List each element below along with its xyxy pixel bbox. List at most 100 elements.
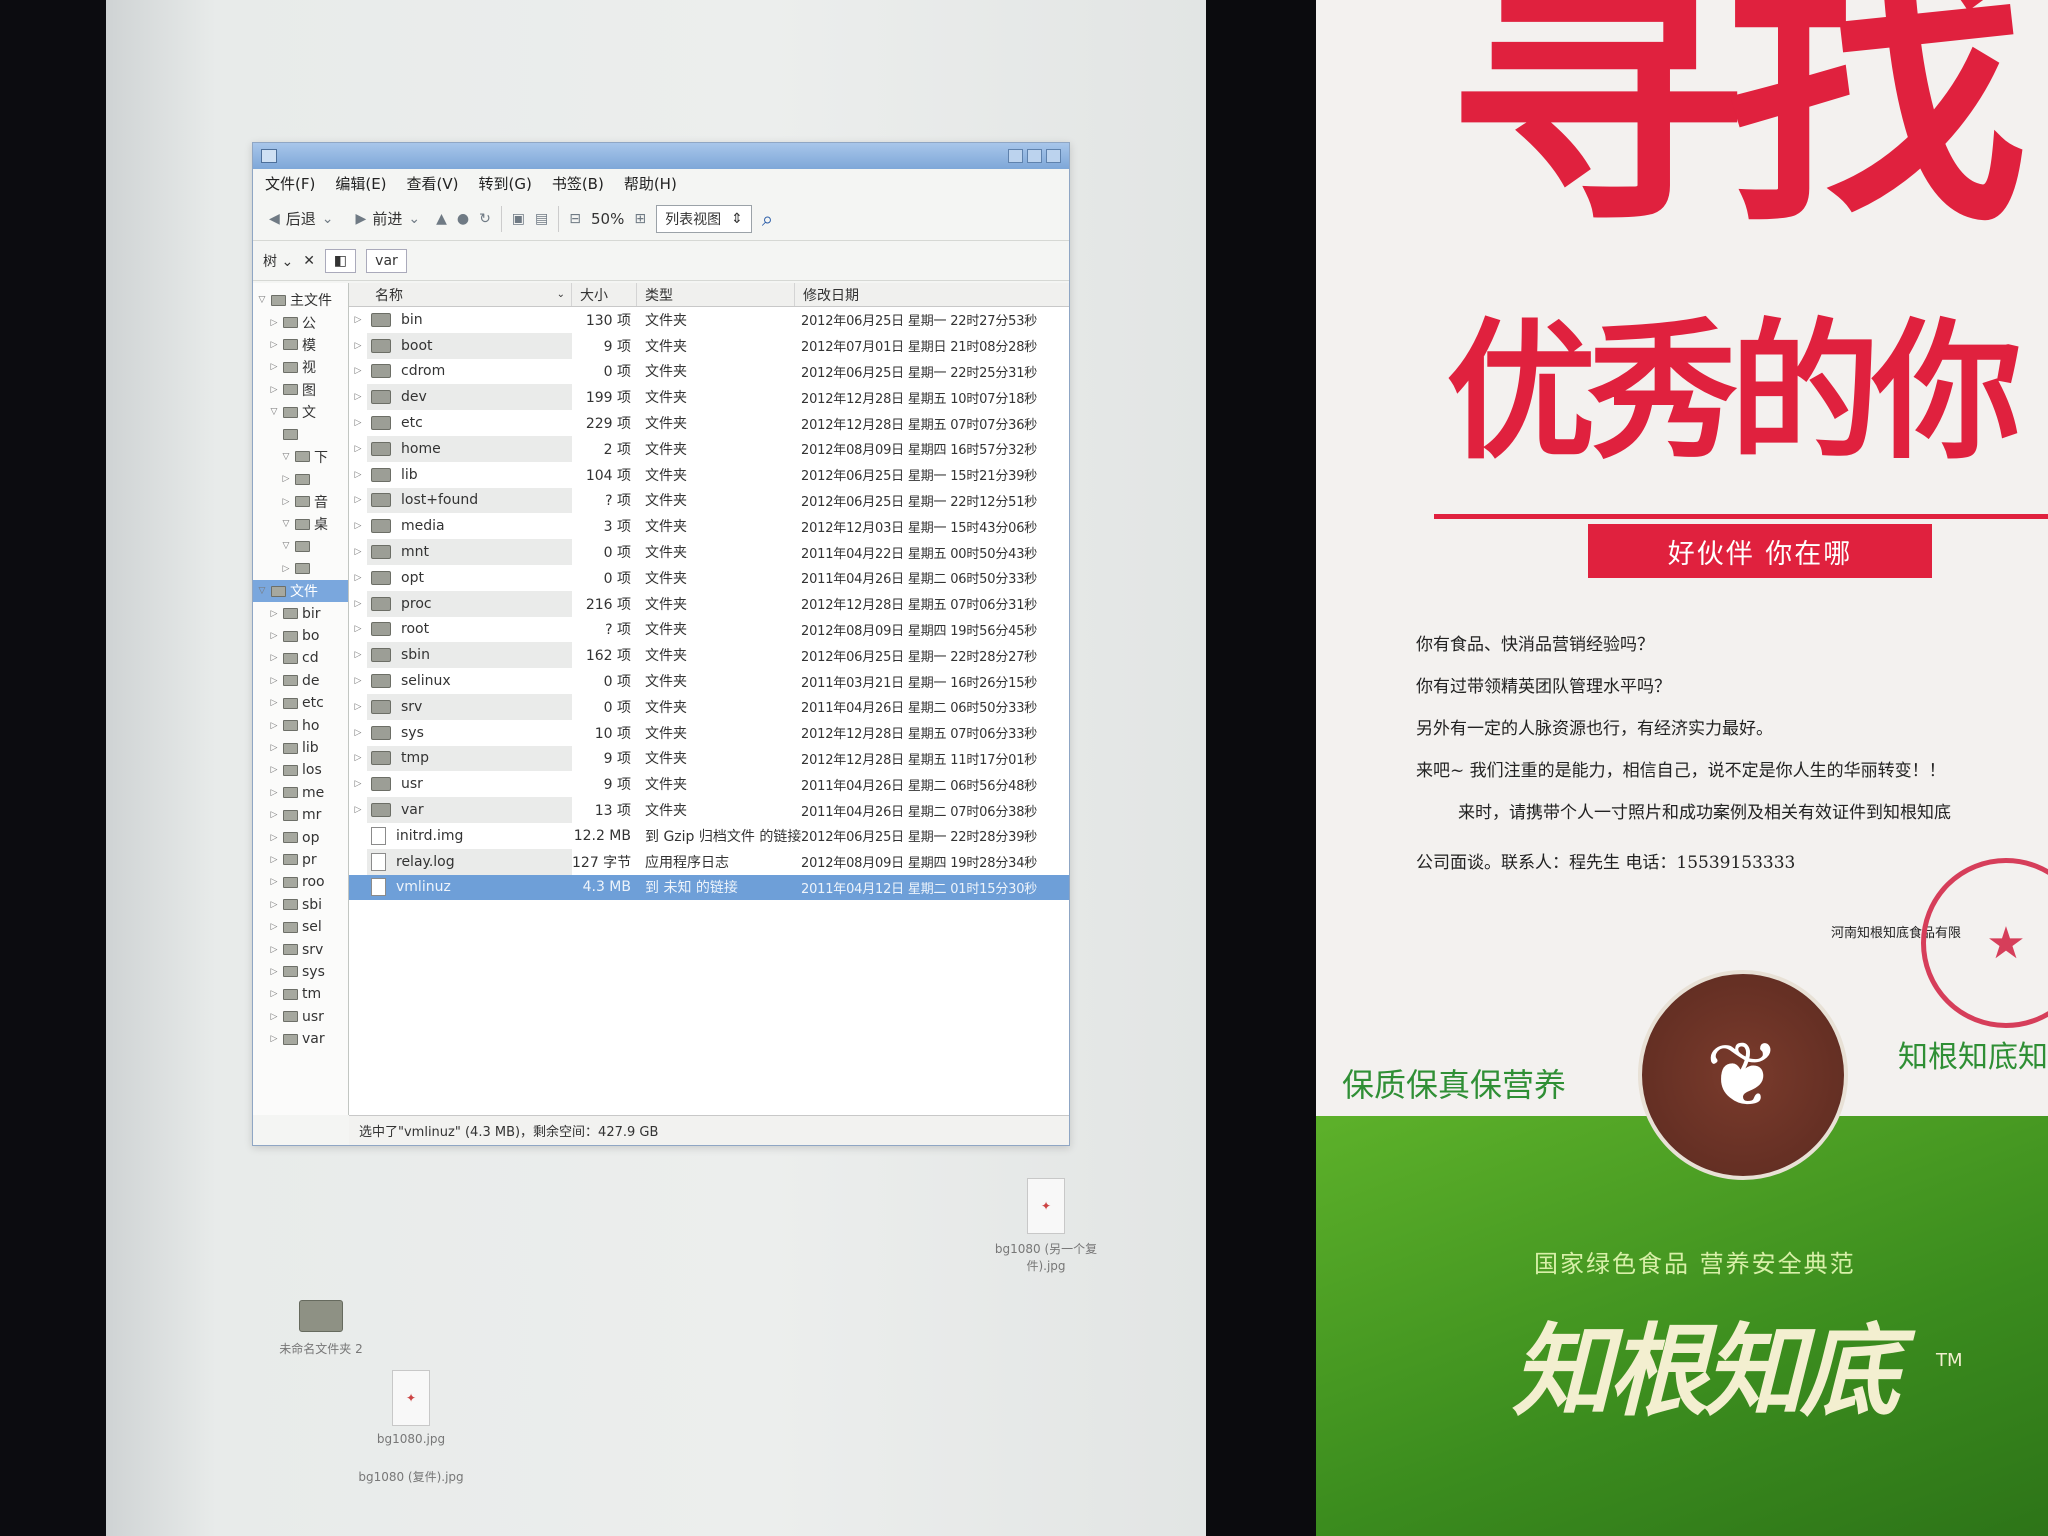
menu-help[interactable]: 帮助(H)	[624, 173, 677, 194]
file-row[interactable]: ▷ opt 0 项文件夹 2011年04月26日 星期二 06时50分33秒	[349, 565, 1069, 591]
desktop-file-bg1080-copy[interactable]: bg1080 (复件).jpg	[346, 1468, 476, 1485]
sidebar-tree-item[interactable]: ▽	[253, 535, 348, 557]
file-row[interactable]: ▷ dev 199 项文件夹 2012年12月28日 星期五 10时07分18秒	[349, 384, 1069, 411]
path-toggle-button[interactable]: ◧	[324, 248, 357, 273]
file-row[interactable]: ▷ tmp 9 项文件夹 2012年12月28日 星期五 11时17分01秒	[349, 745, 1069, 772]
expander-icon[interactable]: ▷	[269, 1034, 279, 1044]
menu-view[interactable]: 查看(V)	[407, 173, 459, 194]
close-sidebar-icon[interactable]: ✕	[303, 253, 315, 269]
sidebar-tree-item[interactable]: ▷ de	[253, 670, 348, 692]
file-row[interactable]: ▷ root ? 项文件夹 2012年08月09日 星期四 19时56分45秒	[349, 617, 1069, 643]
sidebar-tree-item[interactable]: ▽ 文	[253, 401, 348, 423]
menu-file[interactable]: 文件(F)	[265, 173, 315, 194]
minimize-icon[interactable]	[1008, 149, 1023, 163]
sidebar-tree-item[interactable]: ▷ lib	[253, 737, 348, 759]
file-row[interactable]: ▷ sys 10 项文件夹 2012年12月28日 星期五 07时06分33秒	[349, 720, 1069, 746]
file-row[interactable]: ▷ boot 9 项文件夹 2012年07月01日 星期日 21时08分28秒	[349, 332, 1069, 359]
expander-icon[interactable]: ▷	[269, 385, 279, 395]
file-row[interactable]: ▷ lib 104 项文件夹 2012年06月25日 星期一 15时21分39秒	[349, 462, 1069, 488]
file-row[interactable]: ▷ srv 0 项文件夹 2011年04月26日 星期二 06时50分33秒	[349, 693, 1069, 720]
sidebar-tree-item[interactable]: ▷ me	[253, 782, 348, 804]
sidebar-tree-item[interactable]: ▷ var	[253, 1028, 348, 1050]
expander-icon[interactable]: ▷	[349, 495, 367, 505]
expander-icon[interactable]: ▽	[281, 452, 291, 462]
menu-bookmarks[interactable]: 书签(B)	[552, 173, 604, 194]
expander-icon[interactable]: ▷	[269, 609, 279, 619]
column-type[interactable]: 类型	[637, 283, 795, 306]
expander-icon[interactable]: ▷	[269, 945, 279, 955]
file-row[interactable]: ▷ selinux 0 项文件夹 2011年03月21日 星期一 16时26分15秒	[349, 668, 1069, 694]
column-size[interactable]: 大小	[572, 283, 637, 306]
file-row[interactable]: ▷ usr 9 项文件夹 2011年04月26日 星期二 06时56分48秒	[349, 771, 1069, 797]
expander-icon[interactable]: ▷	[269, 721, 279, 731]
expander-icon[interactable]: ▷	[281, 497, 291, 507]
expander-icon[interactable]: ▷	[269, 1012, 279, 1022]
up-icon[interactable]: ▲	[436, 211, 447, 227]
expander-icon[interactable]: ▷	[269, 631, 279, 641]
zoom-out-icon[interactable]: ⊟	[569, 211, 581, 227]
back-button[interactable]: ◀ 后退 ⌄	[263, 205, 340, 232]
file-row[interactable]: ▷ lost+found ? 项文件夹 2012年06月25日 星期一 22时12分5…	[349, 487, 1069, 514]
file-row[interactable]: ▷ etc 229 项文件夹 2012年12月28日 星期五 07时07分36秒	[349, 410, 1069, 436]
file-row[interactable]: ▷ mnt 0 项文件夹 2011年04月22日 星期五 00时50分43秒	[349, 539, 1069, 565]
sidebar-tree-item[interactable]: ▽ 下	[253, 446, 348, 468]
expander-icon[interactable]: ▷	[349, 676, 367, 686]
sidebar-tree-item[interactable]: ▽ 文件	[253, 580, 348, 603]
sidebar-tree-item[interactable]: ▷ sbi	[253, 894, 348, 916]
maximize-icon[interactable]	[1027, 149, 1042, 163]
sidebar-tree-item[interactable]: ▷ sys	[253, 961, 348, 983]
expander-icon[interactable]: ▷	[269, 362, 279, 372]
sidebar-tree-item[interactable]: ▷ usr	[253, 1006, 348, 1028]
expander-icon[interactable]: ▷	[349, 366, 367, 376]
sidebar-tree-item[interactable]: ▷ srv	[253, 938, 348, 960]
expander-icon[interactable]: ▷	[349, 753, 367, 763]
expander-icon[interactable]: ▷	[281, 474, 291, 484]
expander-icon[interactable]: ▷	[281, 564, 291, 574]
expander-icon[interactable]: ▷	[349, 805, 367, 815]
desktop-file-bg1080-copy-other[interactable]: ✦ bg1080 (另一个复件).jpg	[986, 1178, 1106, 1274]
file-list[interactable]: 名称 ⌄ 大小 类型 修改日期 ▷ bin 130 项文件夹 2012年06月25日 星…	[349, 283, 1069, 1115]
stop-icon[interactable]: ●	[457, 211, 469, 227]
sidebar-tree-item[interactable]: ▷	[253, 558, 348, 580]
sidebar-tree-item[interactable]: ▷ ho	[253, 714, 348, 736]
sidebar-tree-item[interactable]: ▷ mr	[253, 804, 348, 826]
file-row[interactable]: ▷ media 3 项文件夹 2012年12月03日 星期一 15时43分06秒	[349, 513, 1069, 539]
expander-icon[interactable]: ▽	[281, 519, 291, 529]
home-folder-icon[interactable]: ▣	[512, 211, 525, 227]
chevron-down-icon[interactable]: ⌄	[322, 211, 334, 227]
expander-icon[interactable]: ▷	[269, 765, 279, 775]
expander-icon[interactable]: ▷	[269, 318, 279, 328]
sidebar-tree-item[interactable]: ▷ roo	[253, 871, 348, 893]
expander-icon[interactable]: ▷	[349, 702, 367, 712]
expander-icon[interactable]: ▷	[349, 521, 367, 531]
expander-icon[interactable]: ▷	[349, 392, 367, 402]
expander-icon[interactable]: ▽	[281, 541, 291, 551]
expander-icon[interactable]: ▷	[269, 877, 279, 887]
sidebar-mode-select[interactable]: 树 ⌄	[263, 251, 293, 271]
expander-icon[interactable]: ▷	[269, 676, 279, 686]
sidebar-tree-item[interactable]: ▷	[253, 468, 348, 490]
file-row[interactable]: initrd.img 12.2 MB 到 Gzip 归档文件 的链接 2012年06月…	[349, 823, 1069, 849]
expander-icon[interactable]: ▽	[257, 586, 267, 596]
expander-icon[interactable]: ▷	[349, 728, 367, 738]
chevron-down-icon[interactable]: ⌄	[408, 211, 420, 227]
path-button-var[interactable]: var	[366, 248, 407, 273]
expander-icon[interactable]: ▷	[349, 779, 367, 789]
window-titlebar[interactable]	[253, 143, 1069, 169]
sidebar-tree-item[interactable]: ▷ 公	[253, 311, 348, 333]
menu-go[interactable]: 转到(G)	[479, 173, 532, 194]
file-row[interactable]: ▷ proc 216 项文件夹 2012年12月28日 星期五 07时06分31秒	[349, 590, 1069, 617]
expander-icon[interactable]: ▽	[269, 407, 279, 417]
desktop-file-bg1080[interactable]: ✦ bg1080.jpg	[356, 1370, 466, 1446]
sidebar-tree-item[interactable]: ▷ op	[253, 826, 348, 848]
sidebar-tree-item[interactable]: ▷ 音	[253, 491, 348, 513]
sidebar-tree[interactable]: ▽ 主文件 ▷ 公 ▷ 模 ▷ 视 ▷ 图 ▽ 文 ▽ 下 ▷ ▷ 音 ▽ 桌 ▽ ▷ ▽ 文件 ▷ bir ▷ bo ▷ cd ▷ de ▷…	[253, 283, 349, 1115]
file-row[interactable]: vmlinuz 4.3 MB 到 未知 的链接 2011年04月12日 星期二 01时…	[349, 874, 1069, 901]
expander-icon[interactable]: ▷	[269, 967, 279, 977]
expander-icon[interactable]: ▷	[269, 698, 279, 708]
sidebar-tree-item[interactable]: ▷ 视	[253, 356, 348, 378]
sidebar-tree-item[interactable]: ▷ 图	[253, 379, 348, 401]
expander-icon[interactable]: ▷	[349, 418, 367, 428]
sidebar-tree-item[interactable]: ▷ bir	[253, 602, 348, 624]
expander-icon[interactable]: ▽	[257, 295, 267, 305]
